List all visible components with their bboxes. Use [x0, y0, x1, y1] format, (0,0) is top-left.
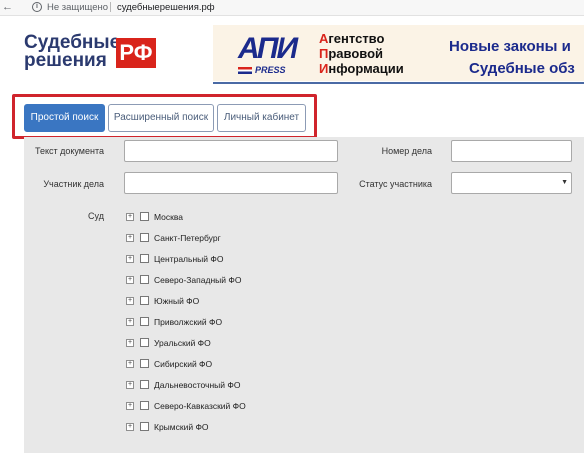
logo-rf-badge[interactable]: РФ	[116, 38, 156, 68]
search-form-panel: Текст документа Номер дела Участник дела…	[24, 137, 584, 453]
court-label: Суд	[88, 211, 104, 221]
court-checkbox[interactable]	[140, 401, 149, 410]
agency-initial-i: И	[319, 61, 329, 76]
expand-icon[interactable]: +	[126, 339, 134, 347]
search-tabs: Простой поиск Расширенный поиск Личный к…	[24, 99, 584, 137]
court-name: Северо-Кавказский ФО	[154, 401, 246, 411]
address-divider	[110, 2, 111, 12]
court-name: Приволжский ФО	[154, 317, 223, 327]
security-status[interactable]: Не защищено	[47, 2, 108, 13]
banner-headline-2: Судебные обз	[469, 60, 575, 77]
court-checkbox[interactable]	[140, 317, 149, 326]
court-checkbox[interactable]	[140, 254, 149, 263]
agency-initial-a: А	[319, 31, 329, 46]
expand-icon[interactable]: +	[126, 423, 134, 431]
expand-icon[interactable]: +	[126, 297, 134, 305]
logo-line-2: решения	[24, 50, 107, 71]
api-logo: АПИ	[238, 32, 298, 65]
address-bar[interactable]: ← i Не защищено судебныерешения.рф	[0, 0, 584, 16]
url-text[interactable]: судебныерешения.рф	[117, 2, 215, 13]
court-name: Москва	[154, 212, 184, 222]
expand-icon[interactable]: +	[126, 234, 134, 242]
document-text-input[interactable]	[124, 140, 338, 162]
court-name: Южный ФО	[154, 296, 200, 306]
header-divider	[213, 82, 584, 84]
agency-word-3: нформации	[328, 61, 404, 76]
agency-name: Агентство Правовой Информации	[319, 31, 404, 76]
participant-input[interactable]	[124, 172, 338, 194]
court-name: Крымский ФО	[154, 422, 209, 432]
dropdown-arrow-icon: ▼	[561, 179, 568, 186]
participant-status-select[interactable]: ▼	[451, 172, 572, 194]
tab-simple-search[interactable]: Простой поиск	[24, 104, 105, 132]
expand-icon[interactable]: +	[126, 360, 134, 368]
court-checkbox[interactable]	[140, 296, 149, 305]
court-name: Санкт-Петербург	[154, 233, 221, 243]
court-name: Центральный ФО	[154, 254, 224, 264]
expand-icon[interactable]: +	[126, 381, 134, 389]
court-checkbox[interactable]	[140, 212, 149, 221]
agency-word-1: гентство	[328, 31, 385, 46]
expand-icon[interactable]: +	[126, 255, 134, 263]
tab-personal-account[interactable]: Личный кабинет	[217, 104, 306, 132]
court-checkbox[interactable]	[140, 380, 149, 389]
court-name: Уральский ФО	[154, 338, 211, 348]
court-checkbox[interactable]	[140, 275, 149, 284]
expand-icon[interactable]: +	[126, 318, 134, 326]
case-number-input[interactable]	[451, 140, 572, 162]
tab-advanced-search[interactable]: Расширенный поиск	[108, 104, 214, 132]
site-logo[interactable]: Судебные решения	[24, 33, 120, 71]
agency-word-2: равовой	[328, 46, 384, 61]
banner-headline-1: Новые законы и	[449, 38, 571, 55]
info-icon[interactable]: i	[32, 2, 42, 12]
agency-initial-p: П	[319, 46, 329, 61]
expand-icon[interactable]: +	[126, 213, 134, 221]
court-name: Дальневосточный ФО	[154, 380, 241, 390]
court-checkbox[interactable]	[140, 338, 149, 347]
court-checkbox[interactable]	[140, 422, 149, 431]
api-press-label: PRESS	[255, 65, 286, 75]
expand-icon[interactable]: +	[126, 402, 134, 410]
document-text-label: Текст документа	[34, 146, 104, 156]
court-checkbox[interactable]	[140, 359, 149, 368]
case-number-label: Номер дела	[381, 146, 432, 156]
court-name: Северо-Западный ФО	[154, 275, 242, 285]
court-name: Сибирский ФО	[154, 359, 213, 369]
back-arrow-icon[interactable]: ←	[2, 1, 13, 13]
flag-stripes-icon	[238, 67, 252, 74]
participant-status-label: Статус участника	[359, 179, 432, 189]
ad-banner[interactable]: АПИ PRESS Агентство Правовой Информации …	[213, 25, 584, 81]
participant-label: Участник дела	[43, 179, 104, 189]
site-header: Судебные решения РФ АПИ PRESS Агентство …	[0, 17, 584, 85]
expand-icon[interactable]: +	[126, 276, 134, 284]
court-checkbox[interactable]	[140, 233, 149, 242]
